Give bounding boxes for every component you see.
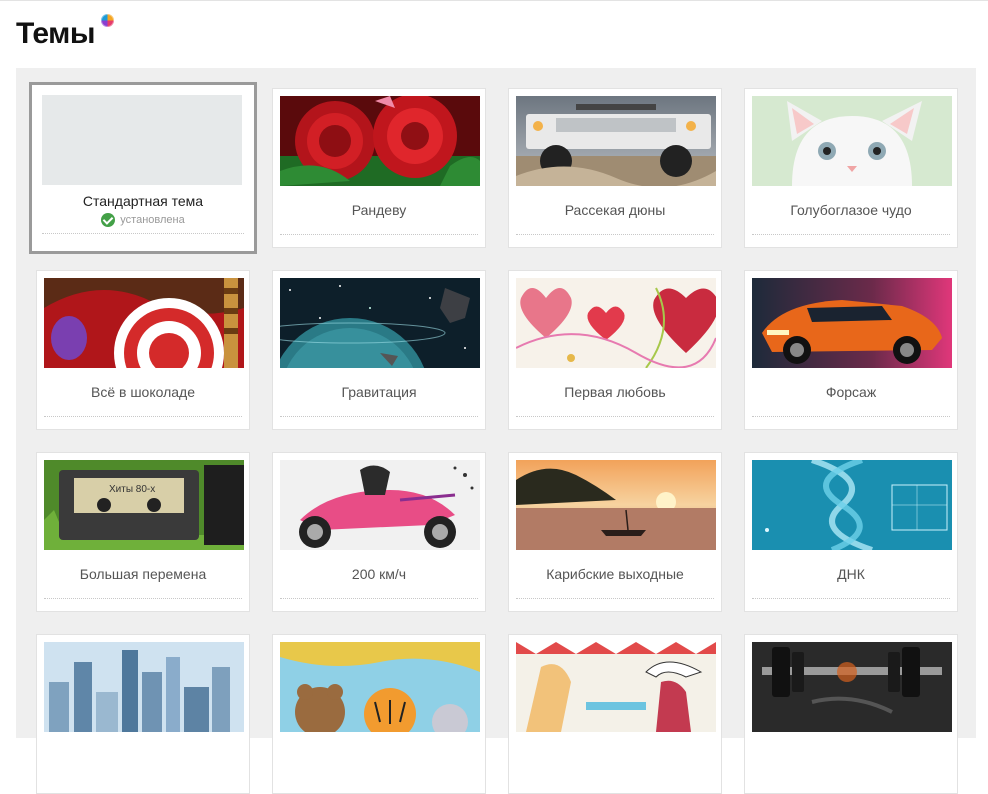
theme-label: Первая любовь xyxy=(564,384,666,400)
page-title: Темы xyxy=(16,17,95,50)
theme-label: Форсаж xyxy=(825,384,877,400)
offroad-truck-thumbnail xyxy=(516,96,716,186)
divider xyxy=(44,416,242,417)
hearts-thumbnail xyxy=(516,278,716,368)
white-kitten-thumbnail xyxy=(752,96,952,186)
theme-label: Стандартная тема xyxy=(82,193,204,209)
cassette-label-text: Хиты 80-х xyxy=(109,484,155,495)
theme-card-forsazh[interactable]: Форсаж xyxy=(744,270,958,430)
divider xyxy=(280,598,478,599)
theme-card-first-love[interactable]: Первая любовь xyxy=(508,270,722,430)
divider xyxy=(280,234,478,235)
red-roses-thumbnail xyxy=(280,96,480,186)
theme-label: ДНК xyxy=(837,566,865,582)
theme-card-randevu[interactable]: Рандеву xyxy=(272,88,486,248)
status-text: установлена xyxy=(120,214,185,226)
cartoon-animals-thumbnail xyxy=(280,642,480,732)
dumbbell-thumbnail xyxy=(752,642,952,732)
theme-label: 200 км/ч xyxy=(351,566,407,582)
theme-label: Рассекая дюны xyxy=(564,202,666,218)
theme-label: Рандеву xyxy=(351,202,407,218)
theme-card-beach-cafe[interactable] xyxy=(508,634,722,794)
candy-chocolate-thumbnail xyxy=(44,278,244,368)
theme-label: Гравитация xyxy=(341,384,417,400)
divider xyxy=(516,416,714,417)
theme-card-city[interactable] xyxy=(36,634,250,794)
theme-label: Голубоглазое чудо xyxy=(790,202,912,218)
theme-label: Карибские выходные xyxy=(546,566,684,582)
motorbike-thumbnail xyxy=(280,460,480,550)
theme-card-200kmh[interactable]: 200 км/ч xyxy=(272,452,486,612)
beach-cafe-thumbnail xyxy=(516,642,716,732)
divider xyxy=(516,598,714,599)
color-palette-icon xyxy=(101,14,114,27)
theme-card-animals[interactable] xyxy=(272,634,486,794)
theme-card-caribbean[interactable]: Карибские выходные xyxy=(508,452,722,612)
installed-status: установлена xyxy=(32,213,254,227)
cassette-tape-thumbnail: Хиты 80-х xyxy=(44,460,244,550)
theme-card-big-break[interactable]: Хиты 80-х Большая перемена xyxy=(36,452,250,612)
theme-card-standard[interactable]: Стандартная тема установлена xyxy=(29,82,257,254)
blank-thumbnail xyxy=(42,95,242,185)
top-border xyxy=(0,0,988,1)
theme-card-dunes[interactable]: Рассекая дюны xyxy=(508,88,722,248)
theme-label: Большая перемена xyxy=(79,566,207,582)
themes-panel: Стандартная тема установлена Рандеву Рас… xyxy=(16,68,976,794)
divider xyxy=(42,233,244,234)
theme-card-kitten[interactable]: Голубоглазое чудо xyxy=(744,88,958,248)
space-planet-thumbnail xyxy=(280,278,480,368)
theme-card-dumbbell[interactable] xyxy=(744,634,958,794)
divider xyxy=(280,416,478,417)
theme-card-gravity[interactable]: Гравитация xyxy=(272,270,486,430)
orange-sportscar-thumbnail xyxy=(752,278,952,368)
theme-card-chocolate[interactable]: Всё в шоколаде xyxy=(36,270,250,430)
divider xyxy=(752,598,950,599)
divider xyxy=(516,234,714,235)
divider xyxy=(752,416,950,417)
theme-card-dna[interactable]: ДНК xyxy=(744,452,958,612)
sunset-boat-thumbnail xyxy=(516,460,716,550)
dna-helix-thumbnail xyxy=(752,460,952,550)
city-skyline-thumbnail xyxy=(44,642,244,732)
check-icon xyxy=(101,213,116,227)
divider xyxy=(752,234,950,235)
theme-label: Всё в шоколаде xyxy=(90,384,196,400)
header: Темы xyxy=(16,14,114,54)
divider xyxy=(44,598,242,599)
